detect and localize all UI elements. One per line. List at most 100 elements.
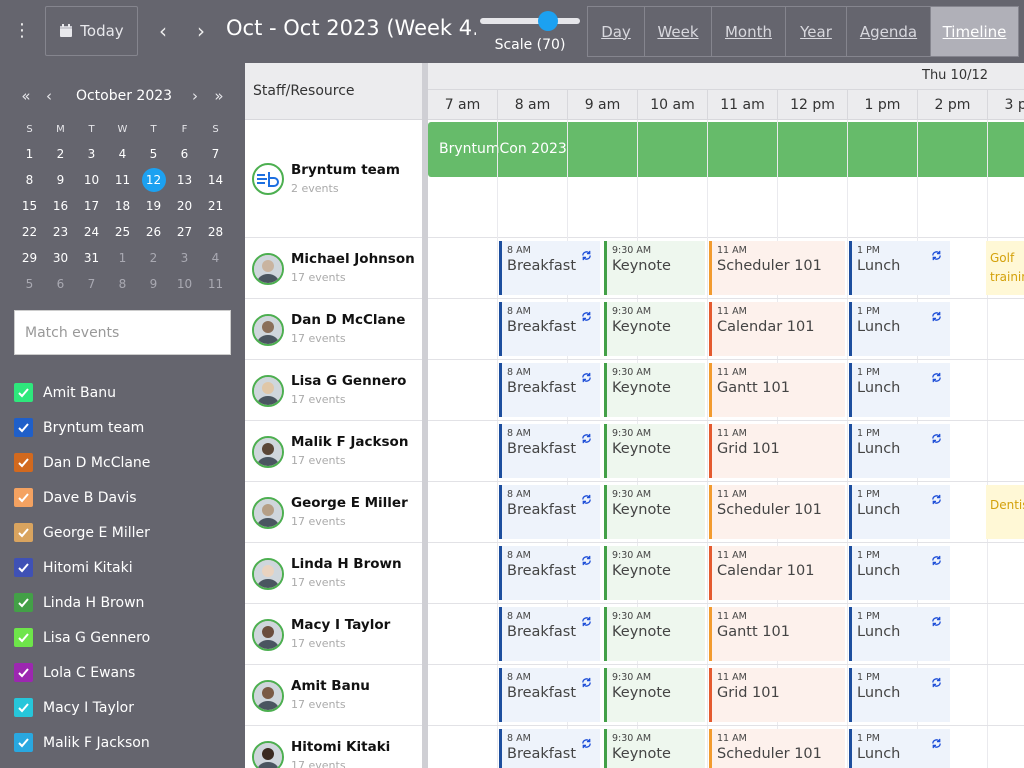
- calendar-day[interactable]: 22: [14, 219, 45, 245]
- event-session[interactable]: 11 AM Gantt 101: [709, 363, 845, 417]
- next-month-icon[interactable]: ›: [186, 85, 204, 107]
- event-lunch[interactable]: 1 PM Lunch: [849, 363, 950, 417]
- event-lunch[interactable]: 1 PM Lunch: [849, 485, 950, 539]
- event-keynote[interactable]: 9:30 AM Keynote: [604, 668, 705, 722]
- calendar-day[interactable]: 23: [45, 219, 76, 245]
- previous-year-icon[interactable]: «: [17, 85, 35, 107]
- event-keynote[interactable]: 9:30 AM Keynote: [604, 546, 705, 600]
- event-breakfast[interactable]: 8 AM Breakfast: [499, 424, 600, 478]
- event-session[interactable]: 11 AM Grid 101: [709, 668, 845, 722]
- resource-row[interactable]: Linda H Brown 17 events: [245, 543, 422, 604]
- resource-filter-item[interactable]: Dave B Davis: [14, 480, 234, 515]
- calendar-day[interactable]: 5: [138, 141, 169, 167]
- event-keynote[interactable]: 9:30 AM Keynote: [604, 485, 705, 539]
- resource-row-bryntum-team[interactable]: Bryntum team 2 events: [245, 120, 422, 238]
- calendar-day[interactable]: 8: [14, 167, 45, 193]
- calendar-day[interactable]: 5: [14, 271, 45, 297]
- view-button-day[interactable]: Day: [587, 6, 645, 57]
- view-button-month[interactable]: Month: [712, 6, 786, 57]
- event-keynote[interactable]: 9:30 AM Keynote: [604, 363, 705, 417]
- event-bryntumcon[interactable]: BryntumCon 2023: [428, 122, 1024, 177]
- calendar-day[interactable]: 30: [45, 245, 76, 271]
- calendar-day[interactable]: 6: [45, 271, 76, 297]
- resource-row[interactable]: Macy I Taylor 17 events: [245, 604, 422, 665]
- checkbox-icon[interactable]: [14, 383, 33, 402]
- event-breakfast[interactable]: 8 AM Breakfast: [499, 607, 600, 661]
- resource-filter-item[interactable]: Lisa G Gennero: [14, 620, 234, 655]
- event-breakfast[interactable]: 8 AM Breakfast: [499, 729, 600, 768]
- calendar-day[interactable]: 28: [200, 219, 231, 245]
- calendar-day[interactable]: 8: [107, 271, 138, 297]
- calendar-day[interactable]: 9: [45, 167, 76, 193]
- event-keynote[interactable]: 9:30 AM Keynote: [604, 241, 705, 295]
- checkbox-icon[interactable]: [14, 663, 33, 682]
- event-breakfast[interactable]: 8 AM Breakfast: [499, 485, 600, 539]
- calendar-day-selected[interactable]: 12: [138, 167, 169, 193]
- resource-filter-item[interactable]: Amit Banu: [14, 375, 234, 410]
- resource-filter-item[interactable]: Bryntum team: [14, 410, 234, 445]
- resource-row[interactable]: Michael Johnson 17 events: [245, 238, 422, 299]
- calendar-day[interactable]: 7: [200, 141, 231, 167]
- checkbox-icon[interactable]: [14, 593, 33, 612]
- resource-row[interactable]: Malik F Jackson 17 events: [245, 421, 422, 482]
- calendar-day[interactable]: 31: [76, 245, 107, 271]
- resource-filter-item[interactable]: Linda H Brown: [14, 585, 234, 620]
- calendar-day[interactable]: 21: [200, 193, 231, 219]
- calendar-day[interactable]: 10: [169, 271, 200, 297]
- calendar-day[interactable]: 27: [169, 219, 200, 245]
- calendar-day[interactable]: 4: [107, 141, 138, 167]
- menu-icon[interactable]: ⋮: [12, 20, 32, 42]
- event-breakfast[interactable]: 8 AM Breakfast: [499, 302, 600, 356]
- calendar-day[interactable]: 10: [76, 167, 107, 193]
- resource-filter-item[interactable]: Malik F Jackson: [14, 725, 234, 760]
- calendar-day[interactable]: 11: [107, 167, 138, 193]
- today-button[interactable]: Today: [45, 6, 138, 56]
- scale-slider[interactable]: Scale (70): [480, 8, 580, 58]
- resource-row[interactable]: George E Miller 17 events: [245, 482, 422, 543]
- event-breakfast[interactable]: 8 AM Breakfast: [499, 363, 600, 417]
- checkbox-icon[interactable]: [14, 558, 33, 577]
- calendar-day[interactable]: 14: [200, 167, 231, 193]
- calendar-day[interactable]: 20: [169, 193, 200, 219]
- view-button-agenda[interactable]: Agenda: [847, 6, 931, 57]
- resource-row[interactable]: Amit Banu 17 events: [245, 665, 422, 726]
- scale-track[interactable]: [480, 18, 580, 24]
- checkbox-icon[interactable]: [14, 628, 33, 647]
- resource-filter-item[interactable]: Dan D McClane: [14, 445, 234, 480]
- calendar-day[interactable]: 29: [14, 245, 45, 271]
- previous-icon[interactable]: ‹: [153, 18, 173, 44]
- calendar-day[interactable]: 16: [45, 193, 76, 219]
- event-session[interactable]: 11 AM Scheduler 101: [709, 241, 845, 295]
- event-lunch[interactable]: 1 PM Lunch: [849, 241, 950, 295]
- event-session[interactable]: 11 AM Gantt 101: [709, 607, 845, 661]
- calendar-day[interactable]: 24: [76, 219, 107, 245]
- resource-row[interactable]: Hitomi Kitaki 17 events: [245, 726, 422, 768]
- event-lunch[interactable]: 1 PM Lunch: [849, 729, 950, 768]
- calendar-day[interactable]: 1: [107, 245, 138, 271]
- event-session[interactable]: 11 AM Grid 101: [709, 424, 845, 478]
- event-lunch[interactable]: 1 PM Lunch: [849, 546, 950, 600]
- event-session[interactable]: 11 AM Calendar 101: [709, 302, 845, 356]
- calendar-day[interactable]: 18: [107, 193, 138, 219]
- event-golf-training[interactable]: Golf training: [986, 241, 1024, 295]
- event-lunch[interactable]: 1 PM Lunch: [849, 424, 950, 478]
- checkbox-icon[interactable]: [14, 523, 33, 542]
- calendar-day[interactable]: 4: [200, 245, 231, 271]
- event-breakfast[interactable]: 8 AM Breakfast: [499, 241, 600, 295]
- calendar-day[interactable]: 7: [76, 271, 107, 297]
- checkbox-icon[interactable]: [14, 698, 33, 717]
- calendar-day[interactable]: 11: [200, 271, 231, 297]
- calendar-day[interactable]: 15: [14, 193, 45, 219]
- event-keynote[interactable]: 9:30 AM Keynote: [604, 424, 705, 478]
- scale-thumb[interactable]: [538, 11, 558, 31]
- calendar-day[interactable]: 2: [45, 141, 76, 167]
- event-breakfast[interactable]: 8 AM Breakfast: [499, 546, 600, 600]
- event-dentist[interactable]: Dentist: [986, 485, 1024, 539]
- event-keynote[interactable]: 9:30 AM Keynote: [604, 302, 705, 356]
- calendar-day[interactable]: 3: [169, 245, 200, 271]
- event-filter-input[interactable]: [14, 310, 231, 355]
- resource-row[interactable]: Dan D McClane 17 events: [245, 299, 422, 360]
- calendar-day[interactable]: 9: [138, 271, 169, 297]
- resource-filter-item[interactable]: Macy I Taylor: [14, 690, 234, 725]
- resource-row[interactable]: Lisa G Gennero 17 events: [245, 360, 422, 421]
